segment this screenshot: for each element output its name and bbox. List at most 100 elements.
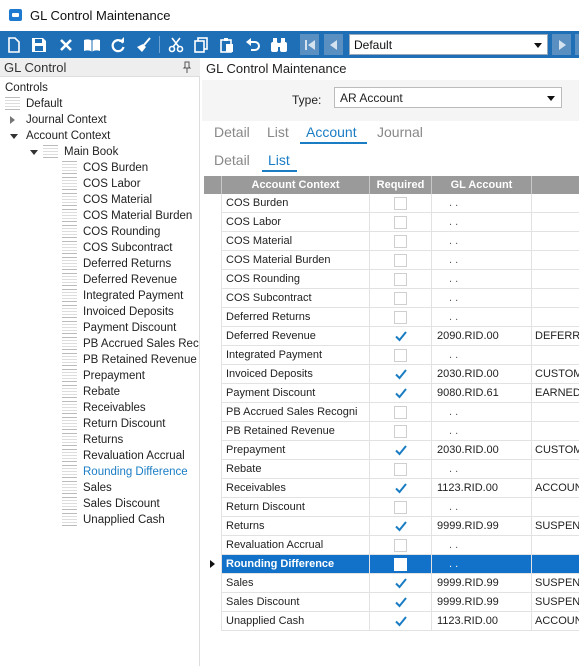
paste-icon[interactable]	[216, 34, 238, 55]
table-row[interactable]: Integrated Payment . .	[204, 346, 579, 365]
cell-gl-account[interactable]: . .	[432, 346, 532, 365]
tree-item[interactable]: Integrated Payment	[0, 288, 200, 304]
cell-gl-account[interactable]: . .	[432, 536, 532, 555]
cell-gl-account[interactable]: . .	[432, 232, 532, 251]
required-checkbox[interactable]	[394, 539, 407, 552]
required-checkbox[interactable]	[394, 558, 407, 571]
tree-item[interactable]: Sales	[0, 480, 200, 496]
required-checkbox[interactable]	[394, 349, 407, 362]
table-row[interactable]: Return Discount . .	[204, 498, 579, 517]
tree-item[interactable]: COS Rounding	[0, 224, 200, 240]
checkmark-icon[interactable]	[394, 329, 408, 343]
tab-list[interactable]: List	[267, 124, 289, 140]
cut-icon[interactable]	[165, 34, 187, 55]
cell-gl-account[interactable]: . .	[432, 422, 532, 441]
cell-gl-account[interactable]: 9080.RID.61	[432, 384, 532, 403]
subtab-detail[interactable]: Detail	[214, 152, 250, 168]
table-row[interactable]: Sales 9999.RID.99 SUSPEN	[204, 574, 579, 593]
tree-item[interactable]: PB Accrued Sales Rec	[0, 336, 200, 352]
table-row[interactable]: Prepayment 2030.RID.00 CUSTOM	[204, 441, 579, 460]
collapse-arrow-icon[interactable]	[10, 134, 18, 139]
table-row[interactable]: Rebate . .	[204, 460, 579, 479]
required-checkbox[interactable]	[394, 197, 407, 210]
pin-icon[interactable]	[182, 61, 192, 73]
checkmark-icon[interactable]	[394, 481, 408, 495]
checkmark-icon[interactable]	[394, 614, 408, 628]
subtab-list[interactable]: List	[268, 152, 290, 168]
tab-account[interactable]: Account	[306, 124, 357, 140]
cell-gl-account[interactable]: . .	[432, 460, 532, 479]
table-row[interactable]: Deferred Returns . .	[204, 308, 579, 327]
tree-item[interactable]: Deferred Revenue	[0, 272, 200, 288]
expand-arrow-icon[interactable]	[10, 116, 15, 124]
cell-gl-account[interactable]: 2030.RID.00	[432, 365, 532, 384]
table-row[interactable]: PB Retained Revenue . .	[204, 422, 579, 441]
table-row[interactable]: Unapplied Cash 1123.RID.00 ACCOUN	[204, 612, 579, 631]
next-record-button[interactable]	[552, 34, 571, 55]
tree-item[interactable]: Sales Discount	[0, 496, 200, 512]
cell-gl-account[interactable]: 2030.RID.00	[432, 441, 532, 460]
save-icon[interactable]	[28, 34, 50, 55]
tree-item[interactable]: Revaluation Accrual	[0, 448, 200, 464]
last-record-button[interactable]	[575, 34, 579, 55]
context-combo[interactable]: Default	[349, 34, 548, 55]
table-row[interactable]: COS Material . .	[204, 232, 579, 251]
table-row[interactable]: Returns 9999.RID.99 SUSPEN	[204, 517, 579, 536]
tree-item[interactable]: Return Discount	[0, 416, 200, 432]
collapse-arrow-icon[interactable]	[30, 150, 38, 155]
cell-gl-account[interactable]: 9999.RID.99	[432, 574, 532, 593]
checkmark-icon[interactable]	[394, 443, 408, 457]
tree-item[interactable]: COS Material	[0, 192, 200, 208]
cell-gl-account[interactable]: 9999.RID.99	[432, 517, 532, 536]
required-checkbox[interactable]	[394, 235, 407, 248]
cell-gl-account[interactable]: . .	[432, 213, 532, 232]
table-row[interactable]: COS Burden . .	[204, 194, 579, 213]
tree-item[interactable]: Default	[0, 96, 200, 112]
cell-gl-account[interactable]: 2090.RID.00	[432, 327, 532, 346]
required-checkbox[interactable]	[394, 501, 407, 514]
column-header-gl-account[interactable]: GL Account	[432, 176, 532, 194]
tab-detail[interactable]: Detail	[214, 124, 250, 140]
tree-item[interactable]: Controls	[0, 80, 200, 96]
undo-icon[interactable]	[242, 34, 264, 55]
column-header-description[interactable]	[532, 176, 579, 194]
table-row[interactable]: Receivables 1123.RID.00 ACCOUN	[204, 479, 579, 498]
tree-item[interactable]: COS Subcontract	[0, 240, 200, 256]
tree-item[interactable]: PB Retained Revenue	[0, 352, 200, 368]
required-checkbox[interactable]	[394, 254, 407, 267]
refresh-icon[interactable]	[107, 34, 129, 55]
table-row[interactable]: COS Material Burden . .	[204, 251, 579, 270]
tree-item[interactable]: COS Burden	[0, 160, 200, 176]
column-header-required[interactable]: Required	[370, 176, 432, 194]
tree-item[interactable]: Invoiced Deposits	[0, 304, 200, 320]
table-row[interactable]: Sales Discount 9999.RID.99 SUSPEN	[204, 593, 579, 612]
table-row[interactable]: COS Labor . .	[204, 213, 579, 232]
required-checkbox[interactable]	[394, 463, 407, 476]
tree-item[interactable]: Deferred Returns	[0, 256, 200, 272]
tree-item[interactable]: Account Context	[0, 128, 200, 144]
checkmark-icon[interactable]	[394, 576, 408, 590]
table-row[interactable]: Deferred Revenue 2090.RID.00 DEFERR	[204, 327, 579, 346]
table-row[interactable]: Invoiced Deposits 2030.RID.00 CUSTOM	[204, 365, 579, 384]
copy-icon[interactable]	[190, 34, 212, 55]
cell-gl-account[interactable]: 1123.RID.00	[432, 612, 532, 631]
cell-gl-account[interactable]: 1123.RID.00	[432, 479, 532, 498]
required-checkbox[interactable]	[394, 292, 407, 305]
checkmark-icon[interactable]	[394, 367, 408, 381]
checkmark-icon[interactable]	[394, 595, 408, 609]
tree-item[interactable]: Journal Context	[0, 112, 200, 128]
table-row[interactable]: Revaluation Accrual . .	[204, 536, 579, 555]
cell-gl-account[interactable]: . .	[432, 289, 532, 308]
binoculars-icon[interactable]	[268, 34, 290, 55]
table-row[interactable]: Payment Discount 9080.RID.61 EARNED	[204, 384, 579, 403]
tree-item[interactable]: Unapplied Cash	[0, 512, 200, 528]
required-checkbox[interactable]	[394, 273, 407, 286]
cell-gl-account[interactable]: . .	[432, 308, 532, 327]
tree-item[interactable]: COS Labor	[0, 176, 200, 192]
cell-gl-account[interactable]: 9999.RID.99	[432, 593, 532, 612]
tab-journal[interactable]: Journal	[377, 124, 423, 140]
required-checkbox[interactable]	[394, 216, 407, 229]
tree-item[interactable]: Payment Discount	[0, 320, 200, 336]
tree-item[interactable]: Rounding Difference	[0, 464, 200, 480]
cell-gl-account[interactable]: . .	[432, 498, 532, 517]
